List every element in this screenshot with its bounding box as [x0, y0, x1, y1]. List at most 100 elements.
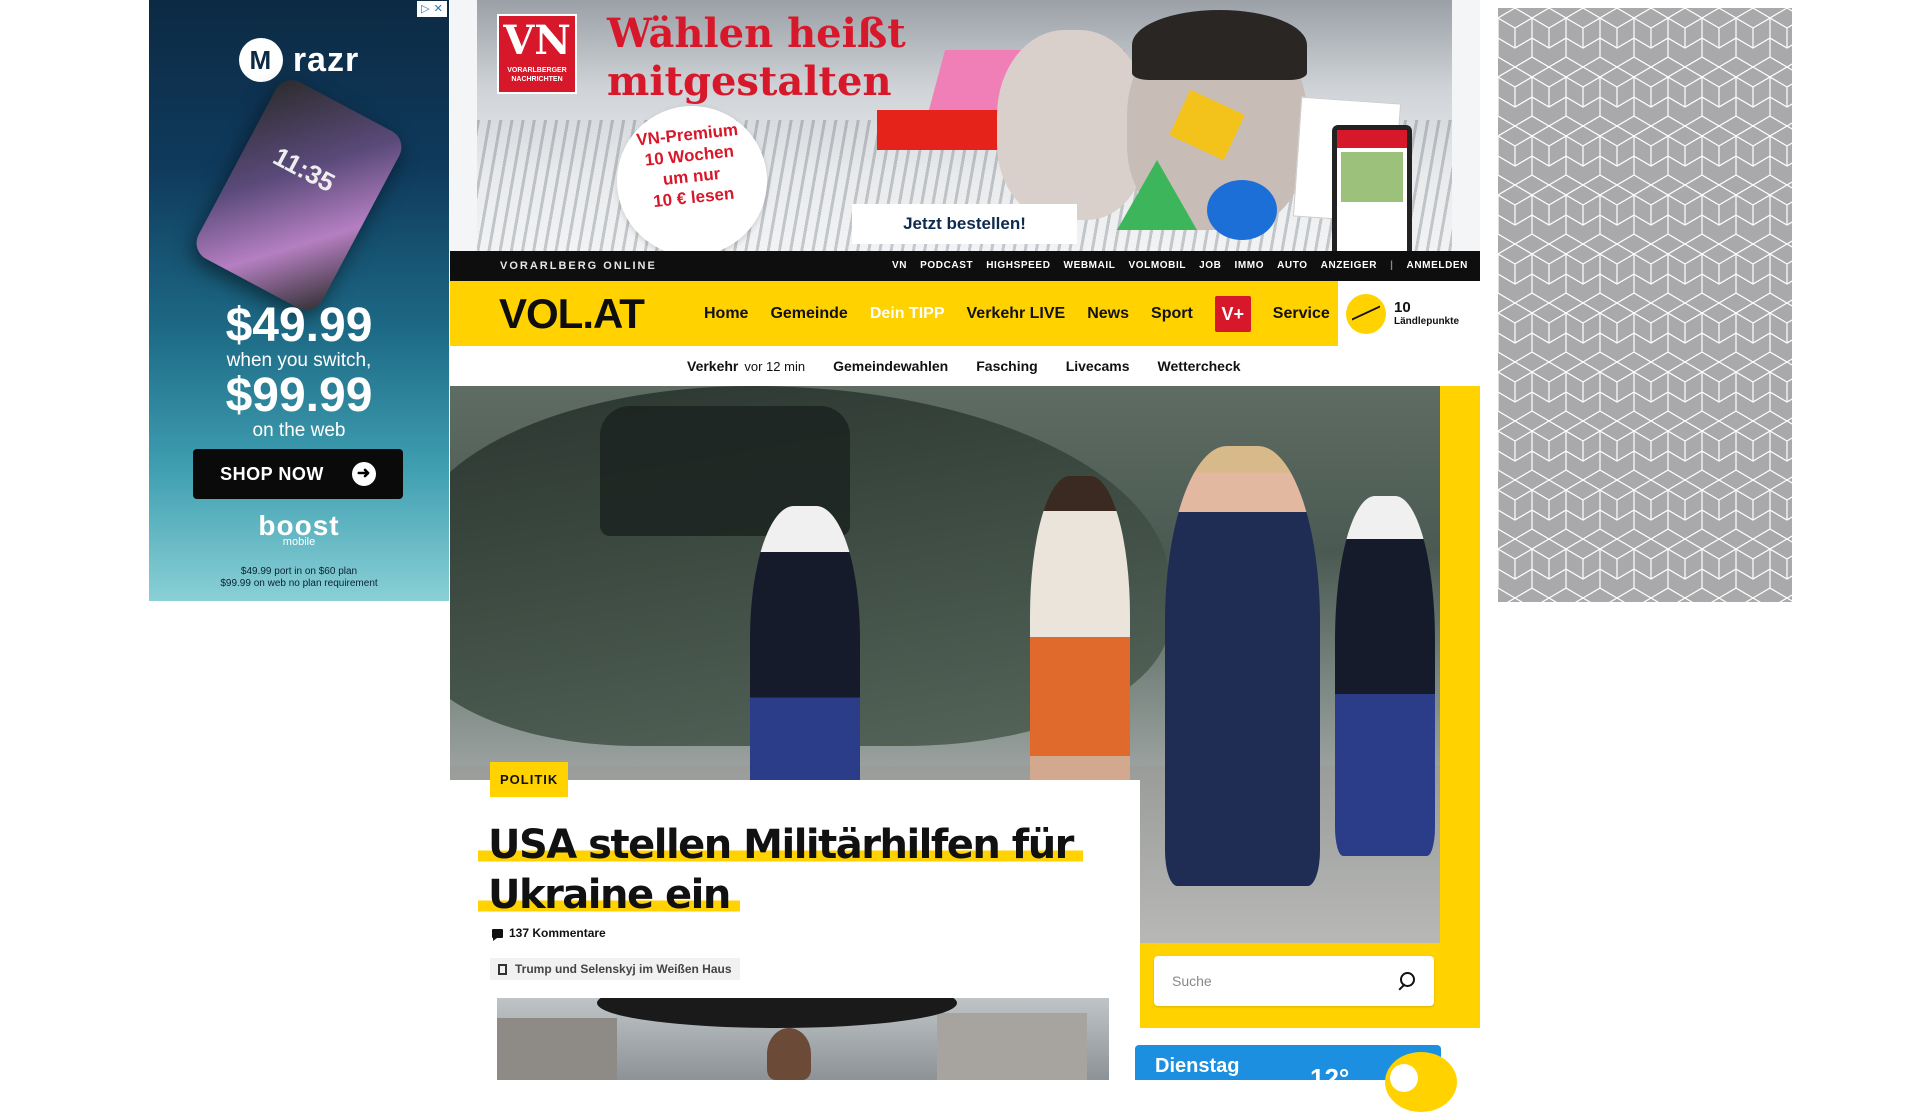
vplus-button[interactable]: V+ [1214, 295, 1251, 332]
adchoices-play-icon[interactable]: ▷ [421, 1, 429, 17]
nav-item-sport[interactable]: Sport [1151, 305, 1193, 323]
topbar-link-volmobil[interactable]: VOLMOBIL [1129, 251, 1187, 281]
arrow-right-icon: ➜ [351, 462, 376, 486]
banner-headline: Wählen heißt mitgestalten [607, 10, 906, 106]
subnav-item-fasching[interactable]: Fasching [976, 358, 1037, 374]
banner-order-button[interactable]: Jetzt bestellen! [852, 204, 1077, 244]
marine-figure [1335, 496, 1435, 856]
ad-shop-now-button[interactable]: SHOP NOW ➜ [193, 449, 403, 499]
weather-day: Dienstag [1155, 1055, 1240, 1077]
thumb-house [937, 1013, 1087, 1080]
weather-cloud-icon [1390, 1064, 1418, 1092]
subnav-verkehr-time: vor 12 min [744, 359, 806, 374]
vn-logo-sub: NACHRICHTEN [511, 76, 563, 83]
cube-pattern [1498, 8, 1792, 602]
ad-fine-print-line: $49.99 port in on $60 plan [240, 566, 358, 577]
nav-item-verkehr-live[interactable]: Verkehr LIVE [967, 305, 1066, 323]
topbar-link-podcast[interactable]: PODCAST [920, 251, 973, 281]
vn-logo-sub: VORARLBERGER [507, 67, 567, 74]
subnav-item-gemeindewahlen[interactable]: Gemeindewahlen [833, 358, 948, 374]
headline-line: USA stellen Militärhilfen für [478, 822, 1083, 868]
subnav-item-livecams[interactable]: Livecams [1066, 358, 1130, 374]
thumb-house [497, 1018, 617, 1080]
comments-link[interactable]: 137 Kommentare [492, 926, 606, 941]
vn-logo-mark: VN [503, 17, 571, 64]
document-icon [498, 963, 507, 975]
topbar-link-auto[interactable]: AUTO [1277, 251, 1308, 281]
ad-price-primary: $49.99 [225, 299, 373, 352]
comment-icon [492, 928, 503, 941]
ad-brand: M razr [149, 38, 449, 82]
banner-blue-shape [1207, 180, 1277, 240]
search-input[interactable] [1172, 973, 1396, 989]
nav-item-gemeinde[interactable]: Gemeinde [770, 305, 847, 323]
topbar-link-immo[interactable]: IMMO [1234, 251, 1264, 281]
topbar-link-vn[interactable]: VN [892, 251, 907, 281]
ad-shop-now-label: SHOP NOW [220, 463, 324, 484]
login-link[interactable]: ANMELDEN [1407, 251, 1468, 281]
topbar-link-webmail[interactable]: WEBMAIL [1064, 251, 1116, 281]
search-icon[interactable] [1396, 971, 1416, 991]
headline-line: Ukraine ein [478, 872, 740, 918]
points-value: 10 [1394, 299, 1411, 316]
top-banner-ad[interactable]: VN VORARLBERGER NACHRICHTEN Wählen heißt… [450, 0, 1480, 251]
banner-collage [877, 10, 1417, 251]
nav-items: Home Gemeinde Dein TIPP Verkehr LIVE New… [704, 281, 1330, 346]
banner-tablet-header [1337, 130, 1407, 148]
laendlepunkte-widget[interactable]: 10 Ländlepunkte [1338, 281, 1480, 346]
related-article-title: Trump und Selenskyj im Weißen Haus [515, 962, 732, 976]
topbar-separator: | [1390, 260, 1394, 271]
left-skyscraper-ad[interactable]: ▷ ✕ M razr 11:35 $49.99 when you switch,… [149, 0, 449, 601]
banner-headline-line: mitgestalten [607, 58, 892, 105]
subnav-items: Verkehr vor 12 min Gemeindewahlen Faschin… [687, 346, 1241, 386]
article-headline[interactable]: USA stellen Militärhilfen für Ukraine ei… [478, 820, 1118, 920]
sun-mountain-icon [1346, 293, 1386, 334]
ad-close-icon[interactable]: ✕ [434, 1, 443, 17]
banner-tablet-image [1341, 152, 1403, 202]
banner-hair [1132, 10, 1307, 80]
topbar-link-job[interactable]: JOB [1199, 251, 1221, 281]
search-box [1154, 956, 1434, 1006]
topbar-link-highspeed[interactable]: HIGHSPEED [986, 251, 1050, 281]
man-figure [1165, 446, 1320, 886]
main-navigation: VOL.AT Home Gemeinde Dein TIPP Verkehr L… [450, 281, 1480, 346]
nav-item-dein-tipp[interactable]: Dein TIPP [870, 305, 945, 323]
banner-green-triangle [1117, 160, 1197, 230]
thumb-umbrella [597, 998, 957, 1028]
thumb-person [767, 1028, 811, 1080]
ad-fine-print: $49.99 port in on $60 plan $99.99 on web… [159, 566, 439, 590]
vn-logo: VN VORARLBERGER NACHRICHTEN [497, 14, 577, 94]
points-label: Ländlepunkte [1394, 316, 1460, 327]
topbar-links: VN PODCAST HIGHSPEED WEBMAIL VOLMOBIL JO… [892, 251, 1468, 281]
banner-creative: VN VORARLBERGER NACHRICHTEN Wählen heißt… [477, 0, 1452, 251]
lead-article-card: POLITIK USA stellen Militärhilfen für Uk… [450, 762, 1140, 1080]
ad-brand-name: razr [292, 40, 360, 79]
subnav-verkehr-label: Verkehr [687, 358, 739, 374]
points-text: 10 Ländlepunkte [1394, 299, 1460, 328]
related-article-link[interactable]: Trump und Selenskyj im Weißen Haus [490, 958, 740, 980]
topbar-link-anzeiger[interactable]: ANZEIGER [1321, 251, 1377, 281]
ad-price-secondary: $99.99 [225, 369, 373, 422]
ad-phone-image: 11:35 [190, 73, 408, 317]
comments-count: 137 Kommentare [509, 926, 606, 940]
adchoices-icon[interactable]: ▷ ✕ [417, 1, 447, 17]
sub-navigation: Verkehr vor 12 min Gemeindewahlen Faschin… [450, 346, 1480, 386]
banner-headline-line: Wählen heißt [607, 10, 906, 57]
ad-phone-time: 11:35 [268, 140, 340, 198]
ad-fine-print-line: $99.99 on web no plan requirement [220, 578, 378, 589]
ad-sponsor-sub: mobile [282, 536, 316, 548]
motorola-logo-icon: M [238, 38, 283, 82]
subnav-item-wettercheck[interactable]: Wettercheck [1158, 358, 1241, 374]
ad-price-secondary-note: on the web [252, 420, 346, 441]
site-topbar: VORARLBERG ONLINE VN PODCAST HIGHSPEED W… [450, 251, 1480, 281]
banner-tablet [1332, 125, 1412, 251]
site-name[interactable]: VORARLBERG ONLINE [500, 251, 657, 281]
nav-item-home[interactable]: Home [704, 305, 748, 323]
right-skyscraper-ad[interactable] [1498, 8, 1792, 602]
site-logo[interactable]: VOL.AT [499, 281, 645, 346]
subnav-item-verkehr[interactable]: Verkehr vor 12 min [687, 358, 805, 374]
nav-item-news[interactable]: News [1087, 305, 1129, 323]
related-article-image[interactable] [497, 998, 1109, 1080]
category-badge[interactable]: POLITIK [490, 762, 569, 797]
nav-item-service[interactable]: Service [1273, 305, 1330, 323]
